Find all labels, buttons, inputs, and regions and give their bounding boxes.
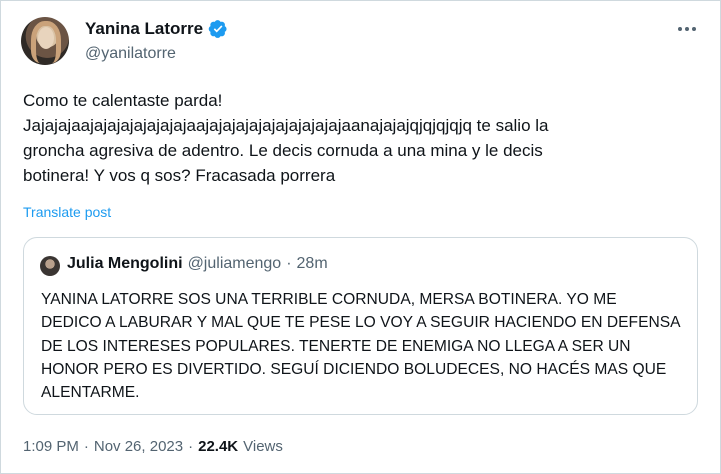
quoted-author-handle[interactable]: @juliamengo bbox=[188, 255, 282, 273]
quoted-separator: · bbox=[286, 255, 292, 272]
tweet-text: Como te calentaste parda! Jajajajaajajaj… bbox=[23, 91, 549, 185]
post-date[interactable]: Nov 26, 2023 bbox=[94, 438, 183, 455]
tweet-card: Yanina Latorre @yanilatorre Como te cale… bbox=[0, 0, 721, 474]
author-display-name[interactable]: Yanina Latorre bbox=[85, 19, 203, 39]
quoted-header: Julia Mengolini @juliamengo · 28m bbox=[67, 255, 328, 273]
views-count: 22.4K bbox=[198, 438, 239, 455]
views-label: Views bbox=[243, 438, 283, 455]
quoted-author-avatar[interactable] bbox=[40, 256, 60, 276]
author-handle[interactable]: @yanilatorre bbox=[85, 45, 176, 63]
more-options-icon[interactable] bbox=[675, 19, 699, 39]
avatar-face bbox=[38, 27, 54, 49]
post-time[interactable]: 1:09 PM bbox=[23, 438, 79, 455]
quoted-timestamp[interactable]: 28m bbox=[297, 255, 328, 273]
meta-separator: · bbox=[188, 438, 194, 455]
tweet-meta: 1:09 PM · Nov 26, 2023 · 22.4K Views bbox=[23, 438, 283, 455]
quoted-text: YANINA LATORRE SOS UNA TERRIBLE CORNUDA,… bbox=[41, 291, 680, 402]
dot bbox=[692, 27, 696, 31]
meta-separator: · bbox=[83, 438, 89, 455]
author-name-row: Yanina Latorre bbox=[85, 19, 228, 39]
verified-badge-icon bbox=[208, 20, 227, 38]
author-avatar[interactable] bbox=[21, 17, 69, 65]
dot bbox=[685, 27, 689, 31]
dot bbox=[678, 27, 682, 31]
quoted-author-name[interactable]: Julia Mengolini bbox=[67, 255, 183, 273]
quoted-tweet[interactable]: Julia Mengolini @juliamengo · 28m YANINA… bbox=[23, 237, 698, 415]
translate-post-link[interactable]: Translate post bbox=[23, 204, 111, 220]
